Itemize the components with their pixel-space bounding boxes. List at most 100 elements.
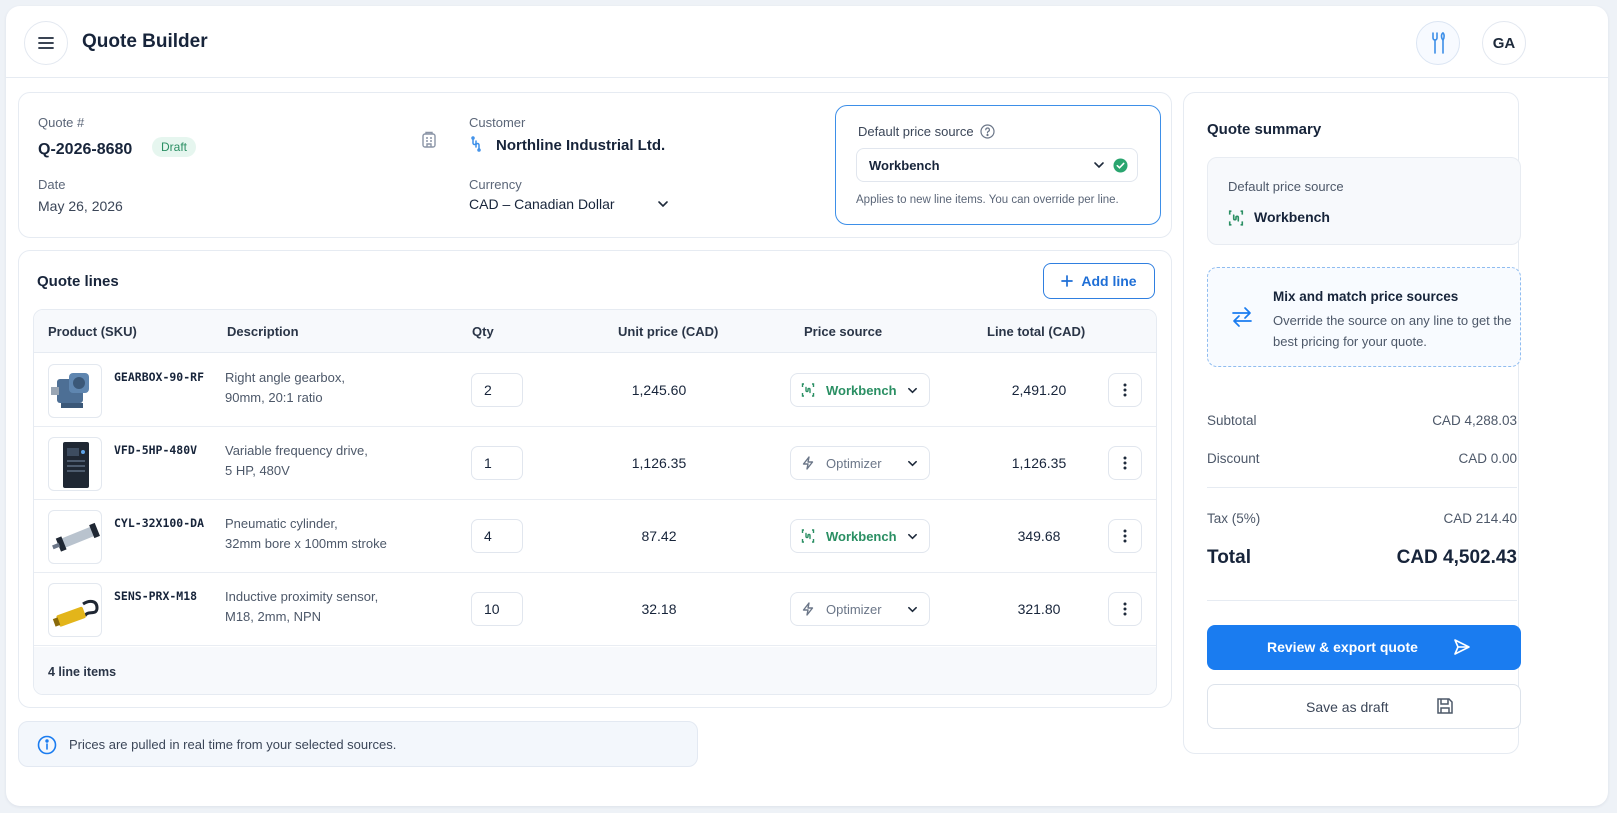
table-footer: 4 line items — [34, 647, 1156, 694]
review-export-button[interactable]: Review & export quote — [1207, 625, 1521, 670]
save-draft-button[interactable]: Save as draft — [1207, 684, 1521, 729]
price-source-value: Workbench — [826, 383, 897, 398]
price-source-value: Optimizer — [826, 456, 882, 471]
info-banner: Prices are pulled in real time from your… — [18, 721, 698, 767]
qty-input[interactable]: 10 — [471, 592, 523, 626]
default-price-source-note: Applies to new line items. You can overr… — [856, 194, 1119, 206]
quote-number-label: Quote # — [38, 115, 85, 130]
mix-match-tip: Mix and match price sources Override the… — [1207, 267, 1521, 367]
discount-value: CAD 0.00 — [1458, 451, 1517, 466]
description-line-1: Right angle gearbox, — [225, 370, 345, 385]
link-icon — [471, 136, 481, 152]
description-line-1: Variable frequency drive, — [225, 443, 368, 458]
price-source-select[interactable]: Workbench — [790, 373, 930, 407]
discount-row: Discount CAD 0.00 — [1207, 451, 1517, 466]
default-price-source-card: Default price source Workbench Applies t… — [835, 105, 1161, 225]
product-image-sensor — [48, 583, 102, 637]
row-actions-button[interactable] — [1108, 446, 1142, 480]
quote-lines-table: Product (SKU) Description Qty Unit price… — [33, 309, 1157, 695]
price-source-value: Optimizer — [826, 602, 882, 617]
tax-label: Tax (5%) — [1207, 511, 1261, 526]
description-line-2: 32mm bore x 100mm stroke — [225, 536, 387, 551]
sku: VFD-5HP-480V — [114, 443, 198, 457]
send-icon — [1454, 639, 1470, 655]
subtotal-label: Subtotal — [1207, 413, 1257, 428]
menu-button[interactable] — [24, 21, 68, 65]
description-line-1: Pneumatic cylinder, — [225, 516, 338, 531]
price-source-select[interactable]: Optimizer — [790, 446, 930, 480]
qty-input[interactable]: 4 — [471, 519, 523, 553]
currency-select[interactable]: CAD – Canadian Dollar — [469, 196, 668, 212]
col-price-source: Price source — [804, 324, 883, 339]
save-draft-label: Save as draft — [1306, 699, 1389, 715]
currency-value: CAD – Canadian Dollar — [469, 196, 615, 212]
total-label: Total — [1207, 547, 1251, 568]
more-vertical-icon — [1123, 529, 1127, 543]
table-row: VFD-5HP-480V Variable frequency drive, 5 … — [34, 427, 1156, 500]
description: Pneumatic cylinder, 32mm bore x 100mm str… — [225, 514, 425, 554]
price-source-select[interactable]: Workbench — [790, 519, 930, 553]
table-row: CYL-32X100-DA Pneumatic cylinder, 32mm bo… — [34, 500, 1156, 573]
app-window: Quote Builder GA Quote # Q-2026-8680 Dra… — [6, 6, 1608, 806]
page-title: Quote Builder — [82, 31, 208, 52]
drive-icon — [63, 442, 89, 488]
customer-name[interactable]: Northline Industrial Ltd. — [496, 137, 665, 154]
subtotal-value: CAD 4,288.03 — [1432, 413, 1517, 428]
col-product: Product (SKU) — [48, 324, 137, 339]
mix-match-title: Mix and match price sources — [1273, 289, 1459, 304]
product-image-gearbox — [48, 364, 102, 418]
chevron-down-icon — [908, 606, 917, 613]
qty-input[interactable]: 1 — [471, 446, 523, 480]
description: Right angle gearbox, 90mm, 20:1 ratio — [225, 368, 425, 408]
summary-default-source: Default price source Workbench — [1207, 157, 1521, 245]
menu-icon — [38, 37, 54, 49]
summary-default-source-value: Workbench — [1254, 209, 1330, 225]
description-line-2: 90mm, 20:1 ratio — [225, 390, 323, 405]
discount-label: Discount — [1207, 451, 1260, 466]
currency-label: Currency — [469, 177, 522, 192]
sensor-icon — [52, 599, 99, 627]
line-item-count: 4 line items — [48, 665, 117, 679]
description-line-2: 5 HP, 480V — [225, 463, 290, 478]
help-icon[interactable] — [980, 124, 995, 139]
default-price-source-select[interactable]: Workbench — [856, 148, 1138, 182]
sku: SENS-PRX-M18 — [114, 589, 198, 603]
tax-row: Tax (5%) CAD 214.40 — [1207, 511, 1517, 526]
copy-button[interactable] — [421, 131, 437, 154]
chevron-down-icon — [908, 387, 917, 394]
divider — [1207, 600, 1517, 601]
default-price-source-title: Default price source — [858, 124, 995, 139]
avatar[interactable]: GA — [1482, 21, 1526, 65]
unit-price: 1,126.35 — [631, 455, 687, 471]
add-line-button[interactable]: Add line — [1043, 263, 1155, 299]
row-actions-button[interactable] — [1108, 592, 1142, 626]
info-text: Prices are pulled in real time from your… — [69, 737, 397, 752]
table-row: SENS-PRX-M18 Inductive proximity sensor,… — [34, 573, 1156, 646]
row-actions-button[interactable] — [1108, 373, 1142, 407]
add-line-label: Add line — [1081, 273, 1137, 289]
row-actions-button[interactable] — [1108, 519, 1142, 553]
price-source-select[interactable]: Optimizer — [790, 592, 930, 626]
workbench-icon — [1228, 210, 1244, 226]
info-icon — [37, 735, 57, 755]
summary-default-source-label: Default price source — [1228, 179, 1344, 194]
unit-price: 1,245.60 — [631, 382, 687, 398]
quote-lines-title: Quote lines — [37, 273, 119, 290]
tools-button[interactable] — [1416, 21, 1460, 65]
save-icon — [1437, 698, 1453, 714]
chevron-down-icon — [1094, 162, 1104, 169]
sku: CYL-32X100-DA — [114, 516, 205, 530]
unit-price: 32.18 — [641, 601, 677, 617]
check-circle-icon — [1113, 158, 1128, 173]
line-total: 2,491.20 — [1011, 382, 1067, 398]
total-row: Total CAD 4,502.43 — [1207, 547, 1517, 569]
lightning-icon — [802, 456, 814, 470]
workbench-icon — [801, 529, 815, 543]
sku: GEARBOX-90-RF — [114, 370, 205, 384]
line-total: 349.68 — [1017, 528, 1061, 544]
qty-input[interactable]: 2 — [471, 373, 523, 407]
date-label: Date — [38, 177, 66, 192]
description-line-2: M18, 2mm, NPN — [225, 609, 322, 624]
chevron-down-icon — [908, 533, 917, 540]
customer-icon-wrap — [469, 136, 483, 157]
